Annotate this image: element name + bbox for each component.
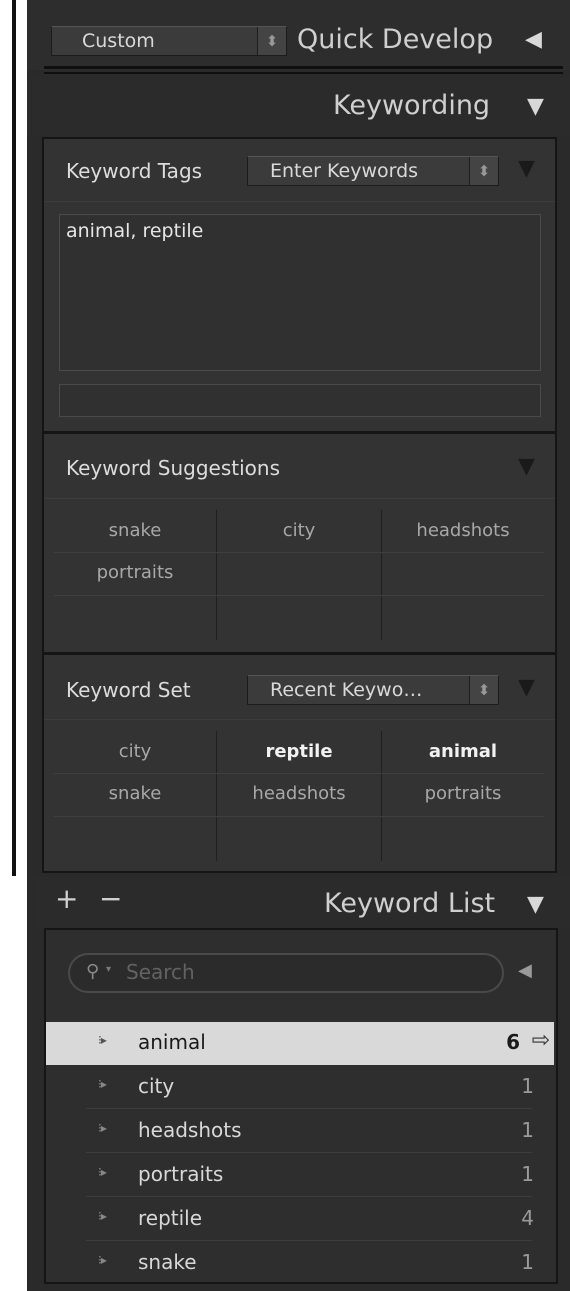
keyword-suggestions-label: Keyword Suggestions: [66, 456, 280, 480]
keyword-tags-textarea[interactable]: animal, reptile: [59, 214, 541, 371]
keyword-name: snake: [138, 1250, 197, 1274]
section-triangle-icon[interactable]: ▼: [518, 675, 535, 700]
row-divider: [86, 1196, 532, 1197]
section-triangle-icon[interactable]: ▼: [518, 454, 535, 479]
suggestion-cell[interactable]: headshots: [382, 520, 544, 541]
keyword-set-cell-applied[interactable]: reptile: [217, 741, 381, 762]
keyword-count: 1: [521, 1074, 534, 1098]
remove-keyword-button[interactable]: −: [99, 882, 122, 915]
stepper-icon: ⬍: [257, 27, 286, 55]
keyword-row[interactable]: ⁝▸ portraits 1: [46, 1154, 554, 1197]
keyword-count: 1: [521, 1118, 534, 1142]
divider: [44, 719, 555, 720]
keyword-row[interactable]: ⁝▸ reptile 4: [46, 1198, 554, 1241]
row-divider: [86, 1240, 532, 1241]
quick-develop-title: Quick Develop: [297, 24, 494, 55]
search-dropdown-caret-icon: ▾: [106, 964, 112, 975]
row-arrow-icon[interactable]: ⁝▸: [98, 1121, 107, 1135]
suggestion-cell[interactable]: portraits: [54, 562, 216, 583]
keyword-set-cell-applied[interactable]: animal: [382, 741, 544, 762]
keyword-list-panel: ⚲ ▾ Search ◀ ⁝▸ animal 6 ⇨ ⁝▸ city 1 ⁝▸ …: [44, 928, 558, 1284]
keyword-entry-mode-select[interactable]: Enter Keywords ⬍: [247, 156, 499, 186]
keyword-row[interactable]: ⁝▸ city 1: [46, 1066, 554, 1109]
grid-line: [54, 773, 544, 774]
search-placeholder: Search: [126, 960, 195, 984]
keyword-entry-mode-value: Enter Keywords: [270, 160, 419, 182]
row-arrow-icon[interactable]: ⁝▸: [98, 1253, 107, 1267]
preset-select[interactable]: Custom ⬍: [51, 26, 287, 56]
keyword-name: reptile: [138, 1206, 203, 1230]
grid-line: [54, 552, 544, 553]
keyword-row[interactable]: ⁝▸ snake 1: [46, 1242, 554, 1285]
row-divider: [86, 1108, 532, 1109]
grid-line: [54, 816, 544, 817]
add-keyword-button[interactable]: +: [55, 882, 78, 915]
keyword-tags-section: Keyword Tags Enter Keywords ⬍ ▼ animal, …: [42, 137, 557, 433]
left-border: [12, 0, 16, 876]
row-arrow-icon[interactable]: ⁝▸: [98, 1033, 107, 1047]
keyword-name: portraits: [138, 1162, 224, 1186]
keyword-tags-label: Keyword Tags: [66, 159, 203, 183]
divider: [44, 201, 555, 202]
keyword-list-title: Keyword List: [324, 888, 496, 919]
suggestion-cell[interactable]: city: [217, 520, 381, 541]
quick-develop-header[interactable]: Custom ⬍ Quick Develop ◀: [27, 0, 570, 70]
divider: [44, 498, 555, 499]
new-keyword-input[interactable]: [59, 384, 541, 417]
expand-triangle-icon[interactable]: ▼: [527, 892, 544, 917]
collapse-triangle-icon[interactable]: ◀: [525, 27, 542, 52]
keyword-set-label: Keyword Set: [66, 678, 191, 702]
row-arrow-icon[interactable]: ⁝▸: [98, 1209, 107, 1223]
preset-value: Custom: [82, 30, 155, 52]
keyword-search-field[interactable]: ⚲ ▾ Search: [68, 953, 504, 993]
keyword-list: ⁝▸ animal 6 ⇨ ⁝▸ city 1 ⁝▸ headshots 1 ⁝…: [46, 1022, 556, 1282]
keyword-count: 1: [521, 1250, 534, 1274]
keyword-name: animal: [138, 1030, 206, 1054]
search-icon: ⚲: [86, 961, 100, 982]
keywording-header[interactable]: Keywording ▼: [27, 78, 570, 136]
keyword-set-section: Keyword Set Recent Keywo… ⬍ ▼ city repti…: [42, 653, 557, 873]
keyword-count: 6: [506, 1030, 520, 1054]
keyword-name: city: [138, 1074, 175, 1098]
keyword-row-selected[interactable]: ⁝▸ animal 6 ⇨: [46, 1022, 554, 1065]
keyword-suggestions-section: Keyword Suggestions ▼ snake city headsho…: [42, 432, 557, 654]
stepper-icon: ⬍: [469, 157, 498, 185]
row-divider: [86, 1152, 532, 1153]
row-arrow-icon[interactable]: ⁝▸: [98, 1165, 107, 1179]
stepper-icon: ⬍: [469, 676, 498, 704]
goto-arrow-icon[interactable]: ⇨: [532, 1028, 550, 1053]
keyword-list-header[interactable]: + − Keyword List ▼: [35, 876, 570, 928]
section-triangle-icon[interactable]: ▼: [518, 156, 535, 181]
keyword-set-value: Recent Keywo…: [270, 679, 423, 701]
keyword-tags-text: animal, reptile: [66, 220, 204, 242]
keyword-set-cell[interactable]: snake: [54, 783, 216, 804]
keyword-set-grid: city reptile animal snake headshots port…: [54, 731, 544, 861]
keywording-title: Keywording: [333, 90, 491, 121]
divider: [44, 72, 563, 74]
keyword-count: 4: [521, 1206, 534, 1230]
keyword-set-cell[interactable]: headshots: [217, 783, 381, 804]
keyword-set-cell[interactable]: city: [54, 741, 216, 762]
keyword-set-select[interactable]: Recent Keywo… ⬍: [247, 675, 499, 705]
expand-triangle-icon[interactable]: ▼: [527, 94, 544, 119]
keyword-name: headshots: [138, 1118, 242, 1142]
divider: [44, 66, 563, 69]
right-panel: Custom ⬍ Quick Develop ◀ Keywording ▼ Ke…: [27, 0, 570, 1291]
suggestions-grid: snake city headshots portraits: [54, 510, 544, 640]
keyword-set-cell[interactable]: portraits: [382, 783, 544, 804]
grid-line: [54, 595, 544, 596]
row-arrow-icon[interactable]: ⁝▸: [98, 1077, 107, 1091]
suggestion-cell[interactable]: snake: [54, 520, 216, 541]
keyword-row[interactable]: ⁝▸ headshots 1: [46, 1110, 554, 1153]
keyword-count: 1: [521, 1162, 534, 1186]
filter-arrow-icon[interactable]: ◀: [518, 960, 532, 981]
